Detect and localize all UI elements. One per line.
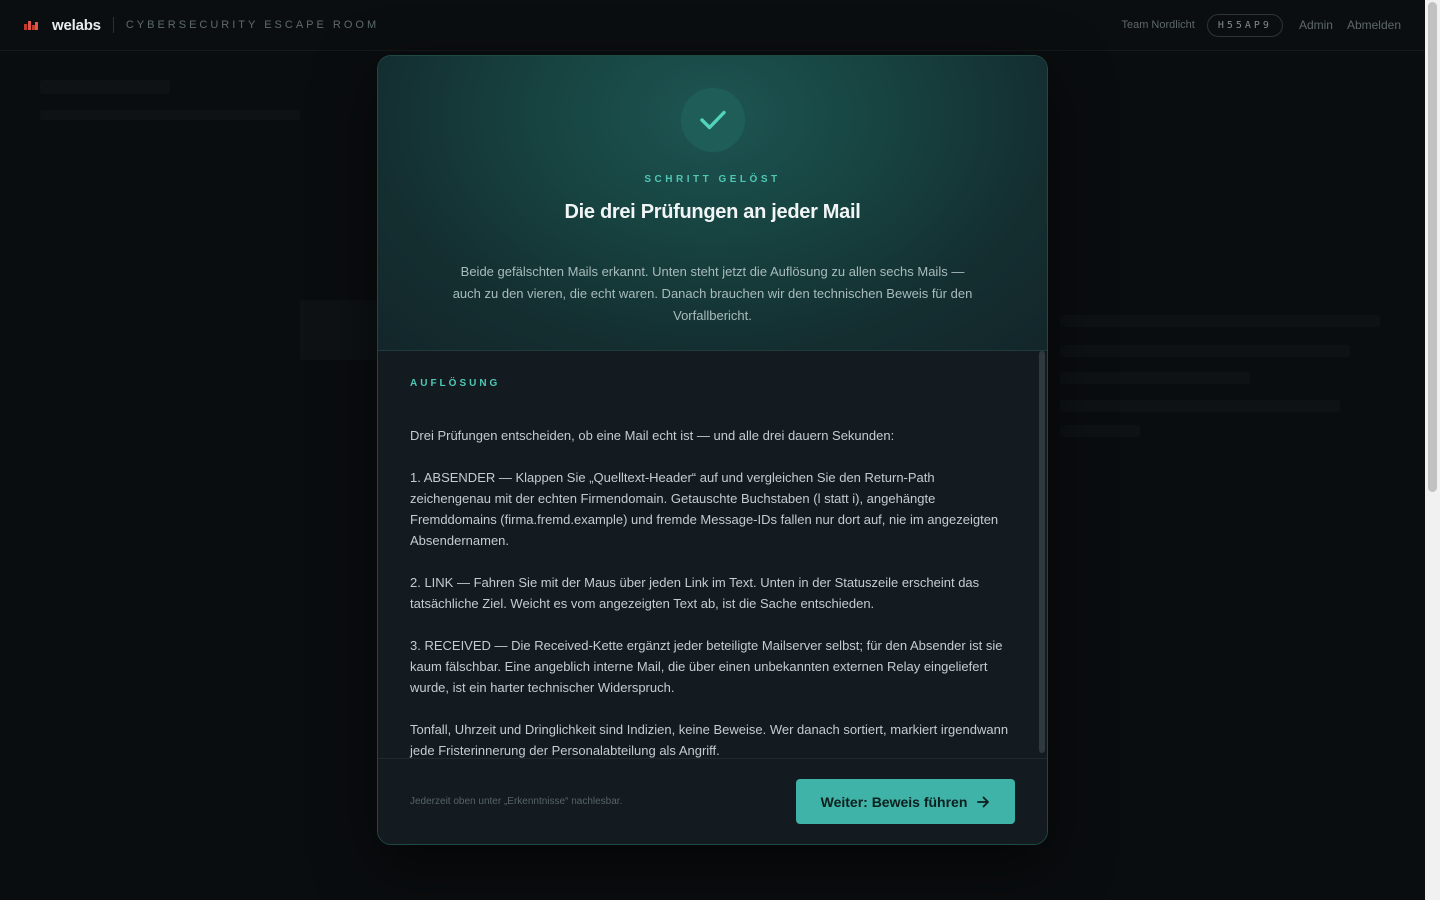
background-block [1060, 400, 1340, 412]
admin-link[interactable]: Admin [1299, 18, 1333, 32]
continue-button-label: Weiter: Beweis führen [820, 793, 968, 810]
logo-icon [24, 20, 38, 30]
background-block [1060, 315, 1380, 327]
background-block [1060, 425, 1140, 437]
session-code-badge: H55AP9 [1206, 13, 1283, 37]
arrow-right-icon [977, 796, 990, 807]
dialog-footer: Jederzeit oben unter „Erkenntnisse“ nach… [378, 758, 1047, 844]
dialog-header: Schritt gelöst Die drei Prüfungen an jed… [378, 56, 1047, 351]
content-scrollbar-thumb[interactable] [1039, 351, 1045, 753]
brand-name[interactable]: welabs [52, 17, 101, 34]
logout-link[interactable]: Abmelden [1347, 18, 1401, 32]
background-block [1060, 372, 1250, 384]
team-name: Team Nordlicht [1121, 19, 1195, 31]
continue-button[interactable]: Weiter: Beweis führen [796, 779, 1015, 824]
page-scrollbar[interactable] [1425, 0, 1440, 900]
header-actions: Team Nordlicht H55AP9 Admin Abmelden [1121, 13, 1401, 37]
resolution-paragraph: Drei Prüfungen entscheiden, ob eine Mail… [410, 428, 895, 443]
resolution-paragraph: 3. RECEIVED — Die Received-Kette ergänzt… [410, 638, 1003, 695]
resolution-paragraph: Tonfall, Uhrzeit und Dringlichkeit sind … [410, 722, 1009, 758]
background-block [40, 80, 170, 94]
step-solved-dialog: Schritt gelöst Die drei Prüfungen an jed… [377, 55, 1048, 845]
resolution-heading: Auflösung [410, 378, 501, 389]
background-block [1060, 345, 1350, 357]
step-status-label: Schritt gelöst [644, 174, 781, 185]
dialog-lead-text: Beide gefälschten Mails erkannt. Unten s… [452, 264, 973, 323]
top-navigation-bar: welabs Cybersecurity Escape Room Team No… [0, 0, 1425, 51]
app-subtitle: Cybersecurity Escape Room [125, 19, 380, 31]
brand-divider [112, 17, 114, 33]
background-block [300, 300, 380, 360]
content-scrollbar[interactable] [1039, 351, 1045, 753]
resolution-paragraph: 2. LINK — Fahren Sie mit der Maus über j… [410, 575, 980, 611]
dialog-title: Die drei Prüfungen an jeder Mail [564, 201, 861, 223]
success-badge [681, 88, 745, 152]
check-icon [700, 110, 726, 130]
background-block [40, 110, 300, 120]
resolution-paragraph: 1. ABSENDER — Klappen Sie „Quelltext-Hea… [410, 470, 999, 548]
page-scrollbar-thumb[interactable] [1428, 2, 1437, 492]
footer-hint: Jederzeit oben unter „Erkenntnisse“ nach… [410, 796, 623, 807]
resolution-content[interactable]: Auflösung Drei Prüfungen entscheiden, ob… [378, 351, 1047, 761]
